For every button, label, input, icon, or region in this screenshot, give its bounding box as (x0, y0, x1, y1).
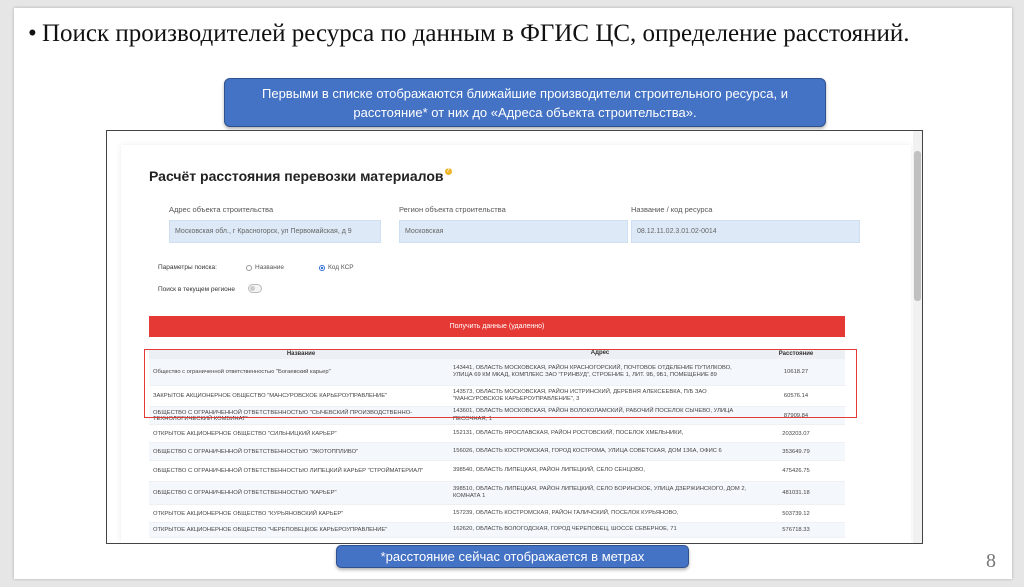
table-row[interactable]: ОБЩЕСТВО С ОГРАНИЧЕННОЙ ОТВЕТСТВЕННОСТЬЮ… (149, 461, 845, 482)
producer-address-cell: 398540, ОБЛАСТЬ ЛИПЕЦКАЯ, РАЙОН ЛИПЕЦКИЙ… (453, 467, 646, 474)
slide-heading-text: Поиск производителей ресурса по данным в… (42, 20, 910, 47)
radio-name-indicator[interactable] (246, 264, 252, 271)
radio-code-indicator[interactable] (319, 264, 325, 271)
producer-address-cell: 162620, ОБЛАСТЬ ВОЛОГОДСКАЯ, ГОРОД ЧЕРЕП… (453, 526, 677, 533)
table-row[interactable]: ОТКРЫТОЕ АКЦИОНЕРНОЕ ОБЩЕСТВО "ЧЕРЕПОВЕЦ… (149, 523, 845, 538)
region-label: Регион объекта строительства (399, 205, 506, 214)
form-title-text: Расчёт расстояния перевозки материалов (149, 168, 444, 184)
producer-address-cell: 157239, ОБЛАСТЬ КОСТРОМСКАЯ, РАЙОН ГАЛИЧ… (453, 509, 679, 516)
page-number: 8 (986, 550, 996, 572)
scrollbar[interactable] (913, 131, 922, 543)
radio-code-label: Код КСР (328, 264, 354, 271)
producer-name-cell: ОТКРЫТОЕ АКЦИОНЕРНОЕ ОБЩЕСТВО "СИЛЬНИЦКИ… (153, 430, 337, 437)
presentation-slide: • Поиск производителей ресурса по данным… (14, 8, 1012, 579)
app-screenshot: Расчёт расстояния перевозки материалов? … (106, 130, 923, 544)
radio-code[interactable]: Код КСР (319, 264, 354, 271)
region-field[interactable]: Московская (399, 220, 628, 243)
get-data-button[interactable]: Получить данные (удаленно) (149, 316, 845, 337)
distance-cell: 481031.18 (782, 490, 810, 496)
producer-address-cell: 156026, ОБЛАСТЬ КОСТРОМСКАЯ, ГОРОД КОСТР… (453, 447, 722, 454)
callout-top: Первыми в списке отображаются ближайшие … (224, 78, 826, 127)
callout-bottom: *расстояние сейчас отображается в метрах (336, 545, 689, 568)
producer-name-cell: ОБЩЕСТВО С ОГРАНИЧЕННОЙ ОТВЕТСТВЕННОСТЬЮ… (153, 490, 337, 496)
table-row[interactable]: ОТКРЫТОЕ АКЦИОНЕРНОЕ ОБЩЕСТВО "КУРЬЯНОВС… (149, 505, 845, 523)
table-row[interactable]: ОБЩЕСТВО С ОГРАНИЧЕННОЙ ОТВЕТСТВЕННОСТЬЮ… (149, 443, 845, 461)
region-search-toggle[interactable] (248, 284, 262, 293)
producer-name-cell: ОТКРЫТОЕ АКЦИОНЕРНОЕ ОБЩЕСТВО "ЧЕРЕПОВЕЦ… (153, 527, 388, 533)
distance-cell: 203203.07 (782, 430, 810, 437)
search-params-label: Параметры поиска: (158, 264, 217, 271)
address-label: Адрес объекта строительства (169, 205, 274, 214)
address-field[interactable]: Московская обл., г Красногорск, ул Перво… (169, 220, 381, 243)
resource-code-field[interactable]: 08.12.11.02.3.01.02-0014 (631, 220, 860, 243)
slide-heading: • Поиск производителей ресурса по данным… (28, 20, 938, 48)
scrollbar-thumb[interactable] (914, 151, 921, 301)
distance-cell: 353649.79 (782, 448, 810, 455)
table-row[interactable]: ОТКРЫТОЕ АКЦИОНЕРНОЕ ОБЩЕСТВО "СИЛЬНИЦКИ… (149, 425, 845, 443)
distance-cell: 503739.12 (782, 510, 810, 517)
toggle-knob (250, 286, 255, 291)
producer-address-cell: 398510, ОБЛАСТЬ ЛИПЕЦКАЯ, РАЙОН ЛИПЕЦКИЙ… (453, 485, 747, 500)
distance-cell: 576718.33 (782, 527, 810, 533)
producer-name-cell: ОТКРЫТОЕ АКЦИОНЕРНОЕ ОБЩЕСТВО "КУРЬЯНОВС… (153, 510, 344, 517)
help-icon[interactable]: ? (444, 168, 452, 175)
radio-name-label: Название (255, 264, 285, 271)
form-title: Расчёт расстояния перевозки материалов? (149, 168, 452, 184)
producer-address-cell: 152131, ОБЛАСТЬ ЯРОСЛАВСКАЯ, РАЙОН РОСТО… (453, 429, 684, 436)
producer-name-cell: ОБЩЕСТВО С ОГРАНИЧЕННОЙ ОТВЕТСТВЕННОСТЬЮ… (153, 448, 359, 455)
resource-label: Название / код ресурса (631, 205, 713, 214)
region-search-label: Поиск в текущем регионе (158, 286, 235, 293)
bullet-glyph: • (28, 20, 37, 47)
distance-cell: 475426.75 (782, 468, 810, 474)
highlight-frame (144, 349, 857, 418)
table-row[interactable]: ОБЩЕСТВО С ОГРАНИЧЕННОЙ ОТВЕТСТВЕННОСТЬЮ… (149, 482, 845, 505)
producer-name-cell: ОБЩЕСТВО С ОГРАНИЧЕННОЙ ОТВЕТСТВЕННОСТЬЮ… (153, 468, 424, 474)
radio-name[interactable]: Название (246, 264, 284, 271)
callout-top-text: Первыми в списке отображаются ближайшие … (262, 85, 788, 120)
